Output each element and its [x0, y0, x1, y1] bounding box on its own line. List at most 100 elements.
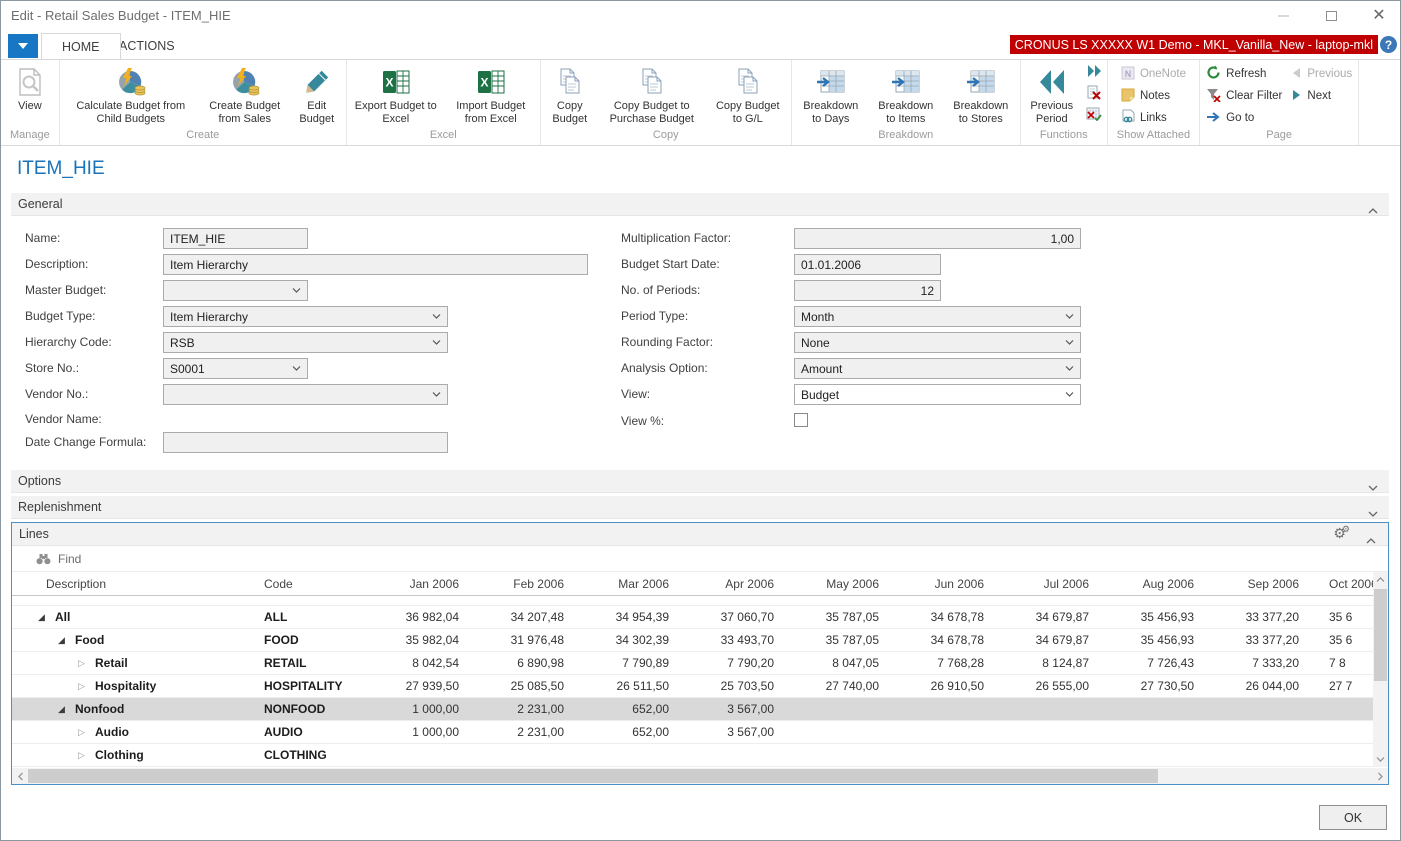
vertical-scrollbar[interactable]	[1373, 572, 1388, 767]
clear-filter-button[interactable]: Clear Filter	[1203, 86, 1285, 106]
tab-home[interactable]: HOME	[41, 33, 121, 59]
replenishment-section-header[interactable]: Replenishment	[11, 496, 1389, 519]
chevron-down-icon[interactable]	[1368, 478, 1378, 496]
line-value: 6 890,98	[477, 656, 582, 670]
ribbon-group-functions: Previous Period Functi	[1021, 60, 1108, 145]
table-row[interactable]: ◢ Food FOOD 35 982,04 31 976,48 34 302,3…	[12, 629, 1388, 652]
tree-toggle-icon[interactable]: ▷	[78, 727, 95, 738]
analysis-option-label: Analysis Option:	[621, 358, 708, 379]
breakdown-to-items-button[interactable]: Breakdown to Items	[870, 62, 942, 128]
table-row[interactable]: ▷ Clothing CLOTHING	[12, 744, 1388, 767]
table-row[interactable]: ▷ Hospitality HOSPITALITY 27 939,50 25 0…	[12, 675, 1388, 698]
master-budget-select[interactable]	[163, 280, 308, 301]
store-no-select[interactable]: S0001	[163, 358, 308, 379]
triangle-left-icon	[1291, 67, 1302, 82]
view-button[interactable]: View	[14, 62, 46, 115]
maximize-button[interactable]	[1320, 5, 1342, 27]
period-type-select[interactable]: Month	[794, 306, 1081, 327]
name-field[interactable]: ITEM_HIE	[163, 228, 308, 249]
chevron-down-icon[interactable]	[1368, 504, 1378, 522]
multiplication-factor-label: Multiplication Factor:	[621, 228, 731, 249]
import-budget-from-excel-button[interactable]: X Import Budget from Excel	[445, 62, 537, 128]
rounding-factor-select[interactable]: None	[794, 332, 1081, 353]
chevron-up-icon[interactable]	[1366, 531, 1376, 549]
tree-toggle-icon[interactable]: ◢	[58, 635, 75, 646]
next-record-button[interactable]: Next	[1288, 86, 1355, 106]
col-description[interactable]: Description	[12, 577, 252, 591]
vendor-no-select[interactable]	[163, 384, 448, 405]
table-row[interactable]: ◢ All ALL 36 982,04 34 207,48 34 954,39 …	[12, 606, 1388, 629]
create-budget-from-sales-button[interactable]: Create Budget from Sales	[202, 62, 288, 128]
svg-text:X: X	[480, 76, 488, 90]
multiplication-factor-field[interactable]: 1,00	[794, 228, 1081, 249]
next-period-button[interactable]	[1084, 64, 1104, 83]
col-mar[interactable]: Mar 2006	[582, 577, 687, 591]
chevron-down-icon	[1065, 340, 1074, 345]
minimize-button[interactable]	[1272, 5, 1294, 27]
help-icon[interactable]: ?	[1380, 36, 1397, 53]
scroll-up-icon[interactable]	[1373, 572, 1388, 587]
table-row[interactable]: ▷ Retail RETAIL 8 042,54 6 890,98 7 790,…	[12, 652, 1388, 675]
col-code[interactable]: Code	[252, 577, 372, 591]
edit-budget-button[interactable]: Edit Budget	[291, 62, 343, 128]
hierarchy-code-select[interactable]: RSB	[163, 332, 448, 353]
copy-budget-to-gl-button[interactable]: Copy Budget to G/L	[708, 62, 788, 128]
scroll-down-icon[interactable]	[1373, 752, 1388, 767]
tree-toggle-icon[interactable]: ▷	[78, 658, 95, 669]
general-section-header[interactable]: General	[11, 193, 1389, 216]
chevron-up-icon[interactable]	[1368, 201, 1378, 219]
line-value: 1 000,00	[372, 702, 477, 716]
col-feb[interactable]: Feb 2006	[477, 577, 582, 591]
copy-budget-to-purchase-budget-button[interactable]: Copy Budget to Purchase Budget	[599, 62, 705, 128]
col-aug[interactable]: Aug 2006	[1107, 577, 1212, 591]
description-field[interactable]: Item Hierarchy	[163, 254, 588, 275]
col-jul[interactable]: Jul 2006	[1002, 577, 1107, 591]
allocate-calendar-button[interactable]	[1084, 106, 1104, 125]
analysis-option-select[interactable]: Amount	[794, 358, 1081, 379]
previous-record-button[interactable]: Previous	[1288, 64, 1355, 84]
close-button[interactable]: ✕	[1368, 5, 1390, 27]
budget-start-date-field[interactable]: 01.01.2006	[794, 254, 941, 275]
customize-gears-icon[interactable]: ⚙⚙	[1333, 525, 1354, 542]
date-change-formula-field[interactable]	[163, 432, 448, 453]
refresh-button[interactable]: Refresh	[1203, 64, 1285, 84]
vertical-scroll-thumb[interactable]	[1374, 589, 1387, 681]
export-budget-to-excel-button[interactable]: X Export Budget to Excel	[350, 62, 442, 128]
find-button[interactable]: Find	[58, 552, 81, 566]
budget-type-select[interactable]: Item Hierarchy	[163, 306, 448, 327]
onenote-button[interactable]: N OneNote	[1118, 64, 1189, 84]
links-button[interactable]: Links	[1118, 108, 1189, 128]
app-menu-button[interactable]	[8, 34, 38, 58]
scroll-right-icon[interactable]	[1372, 768, 1388, 784]
breakdown-to-stores-button[interactable]: Breakdown to Stores	[945, 62, 1017, 128]
view-pct-checkbox[interactable]	[794, 413, 808, 427]
no-of-periods-field[interactable]: 12	[794, 280, 941, 301]
view-select[interactable]: Budget	[794, 384, 1081, 405]
col-jun[interactable]: Jun 2006	[897, 577, 1002, 591]
lines-section-header[interactable]: Lines ⚙⚙	[12, 523, 1388, 546]
tree-toggle-icon[interactable]: ▷	[78, 681, 95, 692]
tree-toggle-icon[interactable]: ◢	[58, 704, 75, 715]
col-apr[interactable]: Apr 2006	[687, 577, 792, 591]
tree-toggle-icon[interactable]: ◢	[38, 612, 55, 623]
horizontal-scrollbar[interactable]	[12, 768, 1388, 784]
options-section-header[interactable]: Options	[11, 470, 1389, 493]
col-may[interactable]: May 2006	[792, 577, 897, 591]
go-to-button[interactable]: Go to	[1203, 108, 1285, 128]
col-sep[interactable]: Sep 2006	[1212, 577, 1317, 591]
breakdown-to-days-button[interactable]: Breakdown to Days	[795, 62, 867, 128]
col-jan[interactable]: Jan 2006	[372, 577, 477, 591]
table-row[interactable]: ▷ Audio AUDIO 1 000,00 2 231,00 652,00 3…	[12, 721, 1388, 744]
delete-budget-entries-button[interactable]	[1084, 85, 1104, 104]
calculate-budget-from-child-budgets-button[interactable]: Calculate Budget from Child Budgets	[63, 62, 199, 128]
horizontal-scroll-thumb[interactable]	[28, 769, 1158, 783]
copy-documents-icon	[638, 64, 666, 100]
previous-period-button[interactable]: Previous Period	[1024, 62, 1080, 128]
copy-budget-button[interactable]: Copy Budget	[544, 62, 596, 128]
table-row[interactable]: ◢ Nonfood NONFOOD 1 000,00 2 231,00 652,…	[12, 698, 1388, 721]
tree-toggle-icon[interactable]: ▷	[78, 750, 95, 761]
ok-button[interactable]: OK	[1319, 805, 1387, 830]
notes-button[interactable]: Notes	[1118, 86, 1189, 106]
scroll-left-icon[interactable]	[12, 768, 28, 784]
name-label: Name:	[25, 228, 60, 249]
